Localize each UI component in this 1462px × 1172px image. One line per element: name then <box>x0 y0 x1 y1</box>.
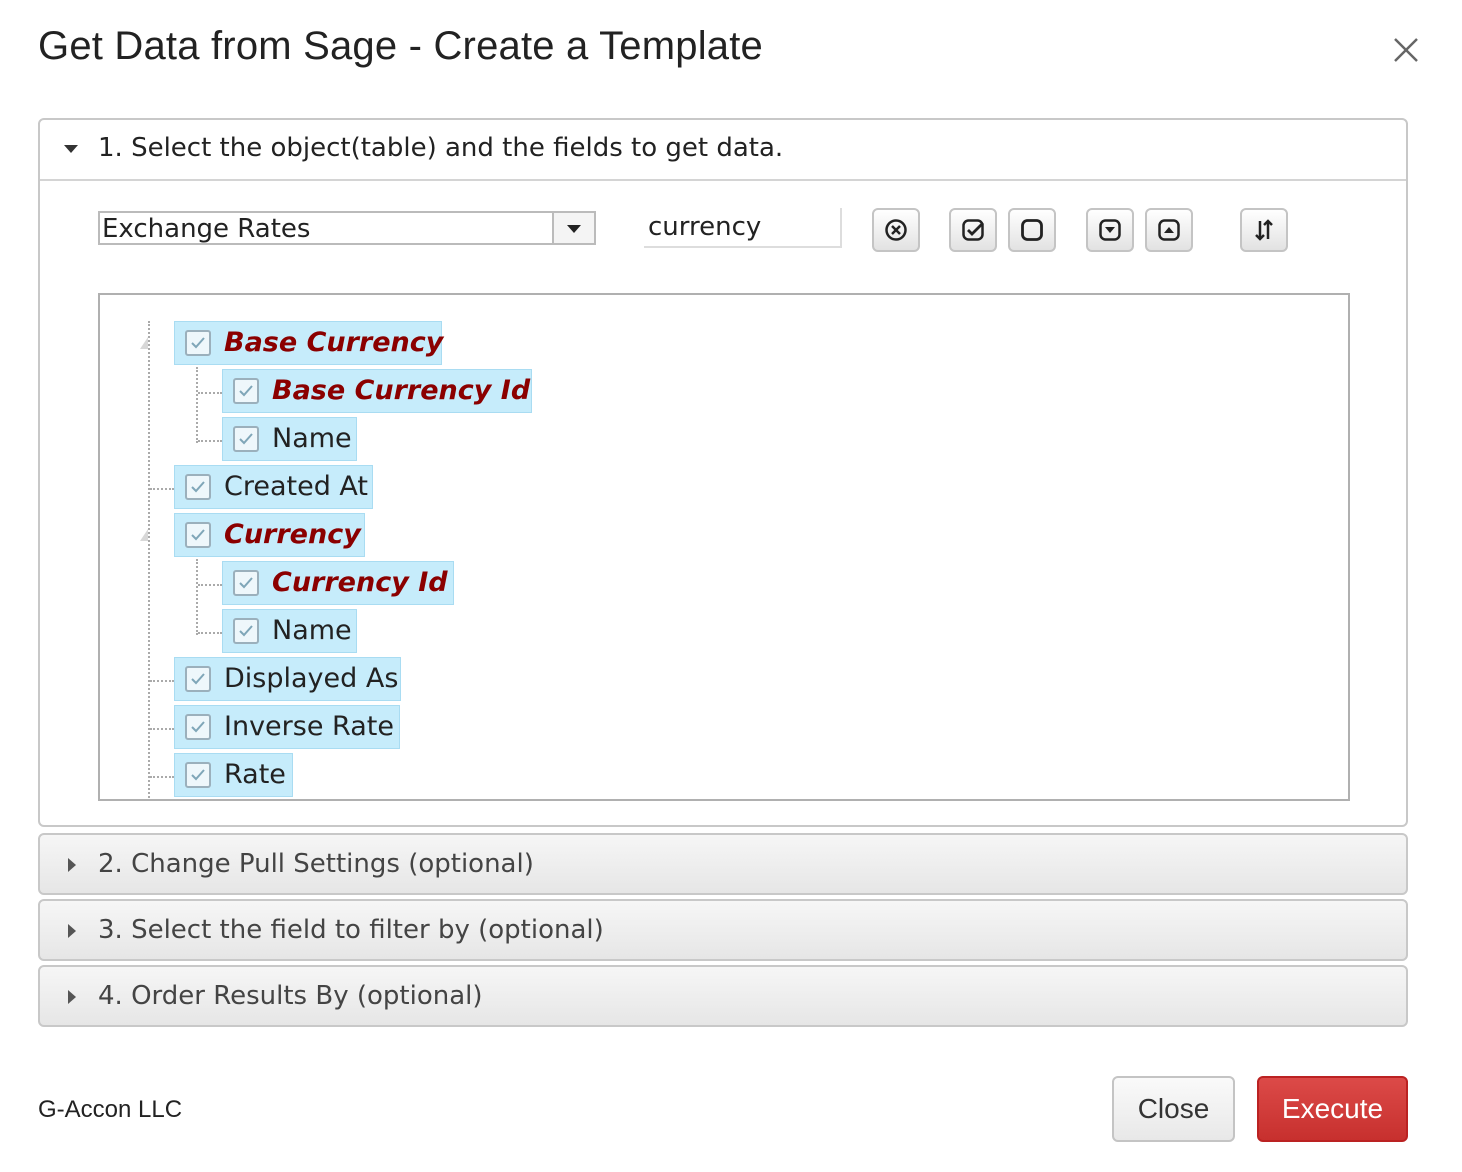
tree-node-label: Created At <box>224 471 369 502</box>
section3-title: 3. Select the field to filter by (option… <box>98 915 604 945</box>
tree-connector <box>198 584 222 586</box>
object-select[interactable]: Exchange Rates <box>98 211 596 245</box>
field-tree: Base Currency Base Currency Id Name Crea… <box>98 293 1350 801</box>
expand-all-button[interactable] <box>1086 208 1134 252</box>
dialog-title: Get Data from Sage - Create a Template <box>38 24 763 68</box>
tree-node[interactable]: Currency Id <box>222 561 454 605</box>
caret-right-icon <box>68 924 76 938</box>
tree-node-label: Name <box>272 615 352 646</box>
uncheck-all-button[interactable] <box>1008 208 1056 252</box>
tree-node[interactable]: Rate <box>174 753 293 797</box>
checkbox-checked-icon[interactable] <box>233 618 259 644</box>
tree-node-label: Currency Id <box>272 567 448 598</box>
check-all-icon <box>962 219 984 241</box>
tree-connector <box>196 559 198 635</box>
tree-node[interactable]: Base Currency <box>174 321 444 365</box>
tree-node[interactable]: Created At <box>174 465 373 509</box>
clear-search-icon <box>885 219 907 241</box>
tree-connector <box>150 488 174 490</box>
section-order-results[interactable]: 4. Order Results By (optional) <box>38 965 1408 1027</box>
tree-node[interactable]: Base Currency Id <box>222 369 532 413</box>
company-name: G-Accon LLC <box>38 1096 183 1123</box>
object-select-value: Exchange Rates <box>102 214 311 244</box>
collapse-all-icon <box>1158 219 1180 241</box>
section-select-object: 1. Select the object(table) and the fiel… <box>38 118 1408 827</box>
expand-toggle-icon[interactable] <box>140 337 148 349</box>
tree-node[interactable]: Currency <box>174 513 365 557</box>
expand-toggle-icon[interactable] <box>140 529 148 541</box>
checkbox-checked-icon[interactable] <box>185 714 211 740</box>
checkbox-checked-icon[interactable] <box>233 426 259 452</box>
field-search-input[interactable] <box>644 208 842 248</box>
checkbox-checked-icon[interactable] <box>185 330 211 356</box>
checkbox-checked-icon[interactable] <box>185 522 211 548</box>
section-filter-field[interactable]: 3. Select the field to filter by (option… <box>38 899 1408 961</box>
caret-right-icon <box>68 858 76 872</box>
tree-node-label: Displayed As <box>224 663 399 694</box>
tree-node-label: Base Currency Id <box>272 375 531 406</box>
tree-connector <box>196 367 198 443</box>
expand-all-icon <box>1099 219 1121 241</box>
collapse-all-button[interactable] <box>1145 208 1193 252</box>
checkbox-checked-icon[interactable] <box>233 570 259 596</box>
tree-node[interactable]: Displayed As <box>174 657 401 701</box>
tree-connector <box>150 728 174 730</box>
checkbox-checked-icon[interactable] <box>233 378 259 404</box>
tree-connector <box>150 680 174 682</box>
close-button[interactable]: Close <box>1112 1076 1235 1142</box>
close-icon[interactable] <box>1386 30 1426 70</box>
tree-connector <box>198 440 222 442</box>
section-pull-settings[interactable]: 2. Change Pull Settings (optional) <box>38 833 1408 895</box>
tree-node-label: Base Currency <box>224 327 444 358</box>
caret-down-icon <box>64 145 78 153</box>
caret-right-icon <box>68 990 76 1004</box>
section2-title: 2. Change Pull Settings (optional) <box>98 849 534 879</box>
tree-connector <box>198 632 222 634</box>
tree-node[interactable]: Name <box>222 609 357 653</box>
section1-title: 1. Select the object(table) and the fiel… <box>98 133 784 163</box>
tree-node-label: Inverse Rate <box>224 711 394 742</box>
checkbox-checked-icon[interactable] <box>185 666 211 692</box>
clear-search-button[interactable] <box>872 208 920 252</box>
check-all-button[interactable] <box>949 208 997 252</box>
tree-node-label: Currency <box>224 519 361 550</box>
sort-icon <box>1255 219 1273 241</box>
section1-header[interactable]: 1. Select the object(table) and the fiel… <box>40 120 1406 181</box>
execute-button[interactable]: Execute <box>1257 1076 1408 1142</box>
tree-node-label: Name <box>272 423 352 454</box>
sort-button[interactable] <box>1240 208 1288 252</box>
tree-connector <box>198 392 222 394</box>
section4-title: 4. Order Results By (optional) <box>98 981 483 1011</box>
checkbox-checked-icon[interactable] <box>185 474 211 500</box>
tree-connector <box>150 776 174 778</box>
uncheck-all-icon <box>1021 219 1043 241</box>
tree-node-label: Rate <box>224 759 286 790</box>
tree-node[interactable]: Name <box>222 417 357 461</box>
chevron-down-icon[interactable] <box>552 213 594 243</box>
tree-node[interactable]: Inverse Rate <box>174 705 400 749</box>
checkbox-checked-icon[interactable] <box>185 762 211 788</box>
